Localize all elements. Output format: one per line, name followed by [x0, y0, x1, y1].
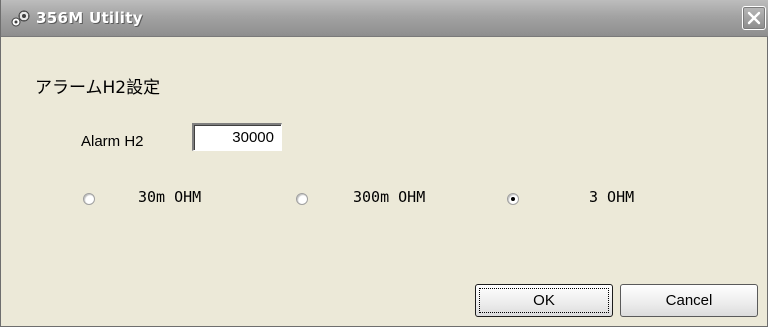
dialog-heading: アラームH2設定 [35, 78, 161, 98]
app-icon [10, 10, 32, 28]
alarm-h2-input[interactable] [192, 123, 282, 151]
title-bar[interactable]: 356M Utility [1, 0, 768, 37]
radio-3-ohm[interactable] [507, 193, 519, 205]
focus-ring [479, 288, 609, 313]
close-icon [747, 11, 761, 25]
close-button[interactable] [742, 6, 766, 30]
dialog-window: 356M Utility アラームH2設定 Alarm H2 30m OHM 3… [0, 0, 768, 327]
radio-30m-ohm[interactable] [83, 193, 95, 205]
alarm-h2-label: Alarm H2 [81, 133, 144, 150]
cancel-button[interactable]: Cancel [620, 284, 758, 317]
radio-3-ohm-label[interactable]: 3 OHM [589, 188, 634, 206]
radio-300m-ohm-label[interactable]: 300m OHM [353, 188, 425, 206]
radio-300m-ohm[interactable] [296, 193, 308, 205]
window-title: 356M Utility [36, 9, 143, 27]
ok-button[interactable]: OK [475, 284, 613, 317]
cancel-button-label: Cancel [665, 292, 713, 309]
radio-30m-ohm-label[interactable]: 30m OHM [138, 188, 201, 206]
